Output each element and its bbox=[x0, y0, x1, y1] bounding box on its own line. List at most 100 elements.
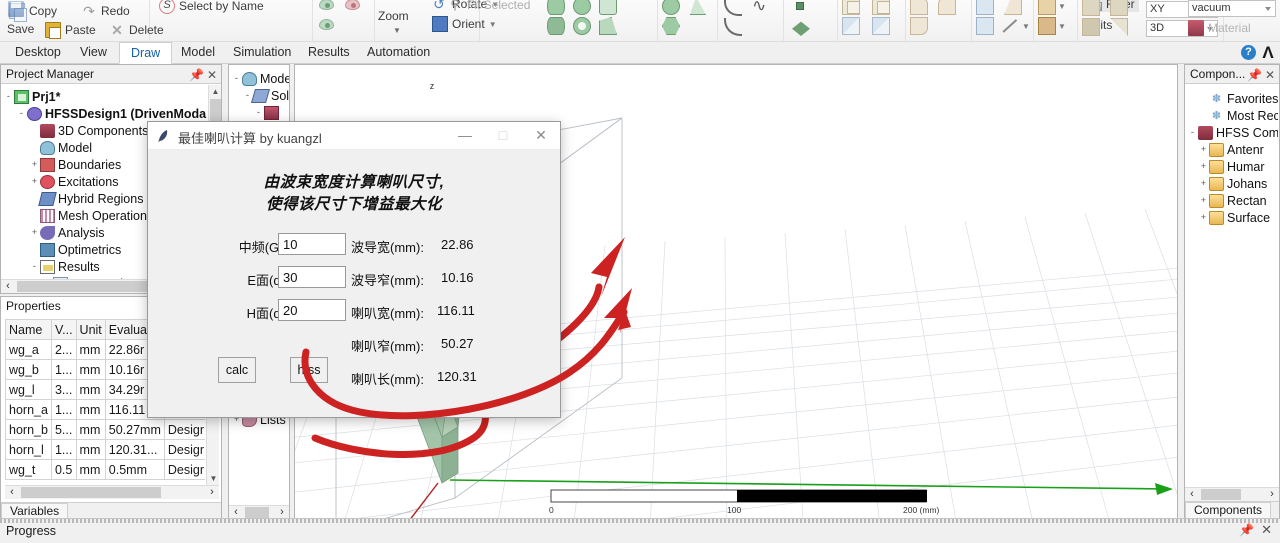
intersect-icon[interactable] bbox=[910, 17, 928, 35]
helix-icon[interactable] bbox=[599, 0, 617, 15]
redo-button[interactable]: ↷ Redo bbox=[78, 2, 133, 20]
table-row[interactable]: horn_l 1... mm 120.31... Desigr bbox=[5, 439, 205, 460]
paste-button[interactable]: Paste bbox=[42, 21, 99, 39]
components-tree-node-johans[interactable]: + Johans bbox=[1187, 175, 1278, 192]
snap-face-icon[interactable] bbox=[1082, 0, 1100, 16]
help-icon[interactable]: ? bbox=[1241, 45, 1256, 60]
components-pin-icon[interactable]: 📌 bbox=[1247, 66, 1262, 84]
project-tree-node-hfssdesign1-drivenmodal[interactable]: - HFSSDesign1 (DrivenModal)* bbox=[3, 105, 207, 122]
scroll-left-icon[interactable]: ‹ bbox=[1, 280, 15, 294]
e-plane-input[interactable] bbox=[278, 266, 346, 288]
expand-icon[interactable]: + bbox=[1198, 145, 1209, 155]
sweep-icon[interactable] bbox=[1004, 0, 1022, 15]
collapse-icon[interactable]: - bbox=[29, 262, 40, 272]
collapse-icon[interactable]: - bbox=[1187, 128, 1198, 138]
unite-icon[interactable] bbox=[910, 0, 928, 15]
sweep-chevron-down-icon[interactable]: ▼ bbox=[1022, 22, 1030, 31]
components-tree-node-rectan[interactable]: + Rectan bbox=[1187, 192, 1278, 209]
h-plane-input[interactable] bbox=[278, 299, 346, 321]
save-button[interactable]: Save bbox=[4, 21, 37, 37]
model-tree-node-sol[interactable]: - Sol bbox=[231, 87, 289, 104]
offset-chevron-down-icon[interactable]: ▼ bbox=[1058, 22, 1066, 31]
hide-selection-icon[interactable] bbox=[345, 0, 360, 10]
show-selection-icon[interactable] bbox=[319, 19, 334, 30]
expand-icon[interactable]: + bbox=[29, 160, 40, 170]
polyline-icon[interactable] bbox=[689, 0, 706, 15]
properties-hscroll-thumb[interactable] bbox=[21, 487, 161, 498]
zoom-chevron-down-icon[interactable]: ▼ bbox=[393, 26, 401, 35]
dialog-title-bar[interactable]: 最佳喇叭计算 by kuangzl — □ ✕ bbox=[148, 122, 560, 150]
components-tree-node-antenr[interactable]: + Antenr bbox=[1187, 141, 1278, 158]
cylinder-icon[interactable] bbox=[547, 17, 565, 35]
tab-variables[interactable]: Variables bbox=[1, 503, 69, 519]
circle-icon[interactable] bbox=[662, 0, 680, 15]
expand-icon[interactable]: + bbox=[1198, 196, 1209, 206]
move-faces-icon[interactable] bbox=[1038, 0, 1056, 15]
tab-automation[interactable]: Automation bbox=[356, 42, 441, 64]
center-arc-icon[interactable] bbox=[724, 18, 742, 36]
components-scroll-left-icon[interactable]: ‹ bbox=[1185, 488, 1199, 502]
components-tree-node-most-rece[interactable]: ✽ Most Rece bbox=[1187, 107, 1278, 124]
horn-calculator-dialog[interactable]: 最佳喇叭计算 by kuangzl — □ ✕ 由波束宽度计算喇叭尺寸, 使得该… bbox=[147, 121, 561, 418]
select-by-name-button[interactable]: S Select by Name bbox=[156, 0, 267, 15]
splitter-handle[interactable] bbox=[0, 519, 1280, 523]
expand-icon[interactable]: + bbox=[29, 177, 40, 187]
expand-icon[interactable]: + bbox=[1198, 179, 1209, 189]
properties-column-header[interactable]: Name bbox=[5, 319, 52, 340]
zoom-button[interactable]: Zoom bbox=[375, 8, 412, 24]
sweep-along-path-icon[interactable] bbox=[1002, 17, 1020, 35]
components-hscroll-thumb[interactable] bbox=[1201, 489, 1241, 500]
components-tree-node-surface[interactable]: + Surface bbox=[1187, 209, 1278, 226]
expand-icon[interactable]: + bbox=[1198, 162, 1209, 172]
offset-icon[interactable] bbox=[1038, 17, 1056, 35]
close-icon[interactable]: ✕ bbox=[205, 66, 219, 84]
material-button[interactable]: Material bbox=[1188, 20, 1251, 36]
tab-results[interactable]: Results bbox=[297, 42, 361, 64]
snap-edge-icon[interactable] bbox=[1110, 0, 1128, 16]
properties-column-header[interactable]: V... bbox=[50, 319, 77, 340]
tab-simulation[interactable]: Simulation bbox=[222, 42, 302, 64]
arc-icon[interactable] bbox=[724, 0, 742, 16]
model-tree-node-mode[interactable]: - Mode bbox=[231, 70, 289, 87]
components-tree-node-favorites[interactable]: ✽ Favorites bbox=[1187, 90, 1278, 107]
properties-scroll-left-icon[interactable]: ‹ bbox=[5, 486, 19, 500]
freq-input[interactable] bbox=[278, 233, 346, 255]
duplicate-along-line-icon[interactable] bbox=[842, 0, 860, 15]
dialog-close-button[interactable]: ✕ bbox=[522, 122, 560, 149]
table-row[interactable]: wg_t 0.5 mm 0.5mm Desigr bbox=[5, 459, 205, 480]
collapse-icon[interactable]: - bbox=[253, 108, 264, 118]
point-icon[interactable] bbox=[796, 2, 804, 10]
properties-hscrollbar[interactable]: ‹ › bbox=[5, 485, 219, 499]
show-all-icon[interactable] bbox=[319, 0, 334, 10]
duplicate-mirror-icon[interactable] bbox=[842, 17, 860, 35]
components-scroll-right-icon[interactable]: › bbox=[1265, 488, 1279, 502]
hscroll-thumb[interactable] bbox=[17, 281, 147, 292]
plane-icon[interactable] bbox=[792, 21, 810, 36]
progress-pin-icon[interactable]: 📌 bbox=[1239, 523, 1254, 537]
dialog-maximize-button[interactable]: □ bbox=[484, 122, 522, 149]
expand-icon[interactable]: + bbox=[29, 228, 40, 238]
bondwire-icon[interactable] bbox=[599, 17, 617, 35]
calc-button[interactable]: calc bbox=[218, 357, 256, 383]
model-hscroll-thumb[interactable] bbox=[245, 507, 269, 518]
properties-scroll-down-icon[interactable]: ▼ bbox=[207, 472, 220, 485]
fit-selected-button[interactable]: ⚲ Fit Selected bbox=[444, 0, 533, 14]
components-tree[interactable]: ✽ Favorites ✽ Most Rece - HFSS Com + Antenr + Hum… bbox=[1185, 87, 1278, 485]
properties-scroll-right-icon[interactable]: › bbox=[205, 486, 219, 500]
components-tree-node-humar[interactable]: + Humar bbox=[1187, 158, 1278, 175]
scroll-up-icon[interactable]: ▲ bbox=[209, 85, 222, 98]
components-close-icon[interactable]: ✕ bbox=[1263, 66, 1277, 84]
tab-view[interactable]: View bbox=[69, 42, 118, 64]
tab-model[interactable]: Model bbox=[170, 42, 226, 64]
collapse-icon[interactable]: - bbox=[3, 92, 14, 102]
model-tree-hscrollbar[interactable]: ‹ › bbox=[229, 505, 289, 519]
components-hscrollbar[interactable]: ‹ › bbox=[1185, 487, 1279, 501]
tab-draw[interactable]: Draw bbox=[119, 42, 173, 64]
section-icon[interactable] bbox=[976, 0, 994, 15]
tab-components[interactable]: Components bbox=[1185, 502, 1272, 518]
move-chevron-down-icon[interactable]: ▼ bbox=[1058, 2, 1066, 11]
project-tree-node-prj1[interactable]: - Prj1* bbox=[3, 88, 207, 105]
progress-close-icon[interactable]: ✕ bbox=[1261, 522, 1272, 538]
tab-desktop[interactable]: Desktop bbox=[4, 42, 72, 64]
mirror-icon[interactable] bbox=[872, 17, 890, 35]
